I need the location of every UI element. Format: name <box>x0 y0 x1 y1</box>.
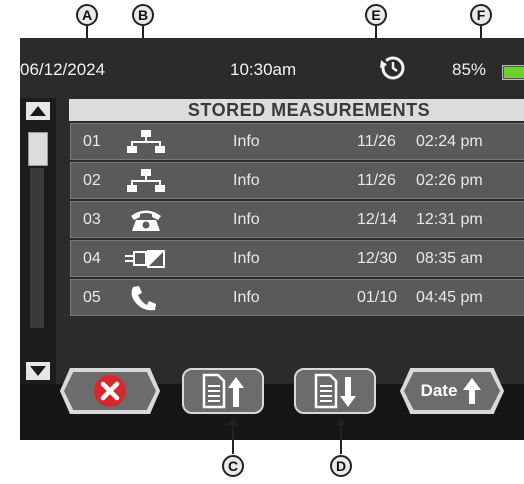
callout-e: E <box>365 4 387 26</box>
close-icon <box>94 375 126 407</box>
triangle-up-icon <box>30 106 46 116</box>
date-sort-button[interactable]: Date <box>400 368 504 414</box>
row-info: Info <box>233 211 260 228</box>
row-date: 11/26 <box>357 133 396 150</box>
row-time: 08:35 am <box>416 250 483 267</box>
sort-descending-button[interactable] <box>294 368 376 414</box>
row-info: Info <box>233 289 260 306</box>
date-sort-label: Date <box>420 381 458 400</box>
row-time: 04:45 pm <box>416 289 483 306</box>
row-number: 02 <box>83 172 101 189</box>
document-arrow-down-icon <box>314 373 356 409</box>
scroll-track[interactable] <box>30 168 44 328</box>
row-date: 12/30 <box>357 250 398 267</box>
scroll-column <box>20 98 56 384</box>
callout-c-leader <box>228 418 238 454</box>
callout-b: B <box>132 4 154 26</box>
scroll-thumb[interactable] <box>28 132 48 166</box>
document-arrow-up-icon <box>202 373 244 409</box>
status-date: 06/12/2024 <box>20 60 106 79</box>
network-icon <box>127 169 165 192</box>
phone-handset-icon <box>131 286 156 311</box>
list-title: STORED MEASUREMENTS <box>69 99 524 121</box>
row-number: 03 <box>83 211 101 228</box>
network-icon <box>127 130 165 153</box>
device-screen: 06/12/2024 10:30am 85% STORED MEASUREMEN… <box>20 38 524 440</box>
row-date: 12/14 <box>357 211 398 228</box>
row-info: Info <box>233 250 260 267</box>
telephone-icon <box>131 210 161 231</box>
row-number: 01 <box>83 133 101 150</box>
measurement-row[interactable]: 04 Info 12/30 08:35 am <box>70 240 524 277</box>
scroll-down-button[interactable] <box>26 362 50 380</box>
sort-ascending-button[interactable] <box>182 368 264 414</box>
callout-d: D <box>330 455 352 477</box>
row-info: Info <box>233 133 260 150</box>
row-date: 11/26 <box>357 172 396 189</box>
callout-f: F <box>470 4 492 26</box>
close-button[interactable] <box>60 368 160 414</box>
line-connection-icon <box>125 250 165 268</box>
battery-icon <box>502 65 524 80</box>
arrow-up-icon <box>463 378 482 404</box>
callout-d-leader <box>336 418 346 454</box>
row-number: 05 <box>83 289 101 306</box>
row-number: 04 <box>83 250 101 267</box>
status-bar: 06/12/2024 10:30am 85% <box>20 38 524 98</box>
callout-c: C <box>222 455 244 477</box>
row-time: 02:24 pm <box>416 133 483 150</box>
row-time: 02:26 pm <box>416 172 483 189</box>
row-time: 12:31 pm <box>416 211 483 228</box>
row-info: Info <box>233 172 260 189</box>
row-date: 01/10 <box>357 289 398 306</box>
measurement-row[interactable]: 03 Info 12/14 12:31 pm <box>70 201 524 238</box>
battery-fill <box>504 67 524 78</box>
scroll-up-button[interactable] <box>26 102 50 120</box>
callout-a: A <box>76 4 98 26</box>
status-time: 10:30am <box>230 60 297 79</box>
battery-percent: 85% <box>452 60 487 79</box>
triangle-down-icon <box>30 366 46 376</box>
measurement-row[interactable]: 05 Info 01/10 04:45 pm <box>70 279 524 316</box>
measurement-row[interactable]: 02 Info 11/26 02:26 pm <box>70 162 524 199</box>
history-clock-icon[interactable] <box>378 53 408 83</box>
measurement-row[interactable]: 01 Info 11/26 02:24 pm <box>70 123 524 160</box>
